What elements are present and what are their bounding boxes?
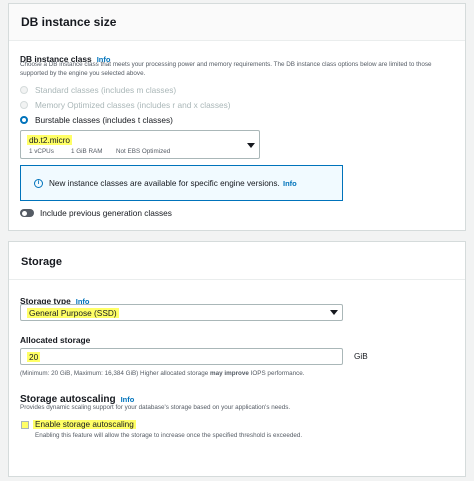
storage-unit: GiB [354, 352, 368, 361]
enable-autoscaling-label: Enable storage autoscaling [33, 420, 136, 429]
panel-title: Storage [21, 256, 62, 268]
instance-class-description: Choose a DB instance class that meets yo… [20, 61, 432, 77]
hint-emphasis: may improve [210, 370, 249, 377]
selected-storage-type: General Purpose (SSD) [27, 308, 119, 318]
toggle-label: Include previous generation classes [40, 208, 172, 218]
radio-label: Standard classes (includes m classes) [35, 84, 177, 95]
allocated-storage-label: Allocated storage [20, 335, 91, 345]
info-notice: i New instance classes are available for… [20, 165, 343, 201]
autoscaling-description: Provides dynamic scaling support for you… [20, 404, 291, 411]
db-instance-size-panel: DB instance size DB instance class Info C… [8, 3, 466, 231]
chevron-down-icon [247, 143, 255, 148]
previous-generation-toggle[interactable] [20, 209, 34, 217]
allocated-storage-value: 20 [27, 352, 41, 362]
info-icon: i [34, 179, 43, 188]
enable-autoscaling-description: Enabling this feature will allow the sto… [35, 432, 303, 439]
radio-burstable-classes[interactable]: Burstable classes (includes t classes) [20, 112, 231, 127]
divider [9, 279, 465, 280]
instance-ram: 1 GiB RAM [71, 148, 103, 155]
radio-memory-optimized-classes[interactable]: Memory Optimized classes (includes r and… [20, 97, 231, 112]
instance-vcpu: 1 vCPUs [29, 148, 54, 155]
autoscaling-info-link[interactable]: Info [121, 395, 135, 404]
notice-text: New instance classes are available for s… [49, 179, 297, 188]
instance-ebs: Not EBS Optimized [116, 148, 171, 155]
radio-standard-classes[interactable]: Standard classes (includes m classes) [20, 82, 231, 97]
radio-button[interactable] [20, 100, 28, 109]
notice-info-link[interactable]: Info [283, 179, 297, 188]
radio-label: Burstable classes (includes t classes) [35, 114, 173, 125]
enable-autoscaling-checkbox[interactable] [21, 421, 29, 429]
allocated-storage-hint: (Minimum: 20 GiB, Maximum: 16,384 GiB) H… [20, 370, 305, 377]
storage-type-select[interactable]: General Purpose (SSD) [20, 304, 343, 321]
panel-title: DB instance size [9, 4, 465, 41]
storage-panel: Storage Storage type Info General Purpose… [8, 241, 466, 477]
chevron-down-icon [330, 310, 338, 315]
allocated-storage-input[interactable]: 20 [20, 348, 343, 365]
radio-button[interactable] [20, 85, 28, 94]
radio-button[interactable] [20, 115, 28, 124]
radio-label: Memory Optimized classes (includes r and… [35, 99, 231, 110]
selected-instance-class: db.t2.micro [27, 135, 73, 145]
instance-class-select[interactable]: db.t2.micro 1 vCPUs 1 GiB RAM Not EBS Op… [20, 130, 260, 159]
instance-class-radio-group: Standard classes (includes m classes) Me… [20, 82, 231, 127]
